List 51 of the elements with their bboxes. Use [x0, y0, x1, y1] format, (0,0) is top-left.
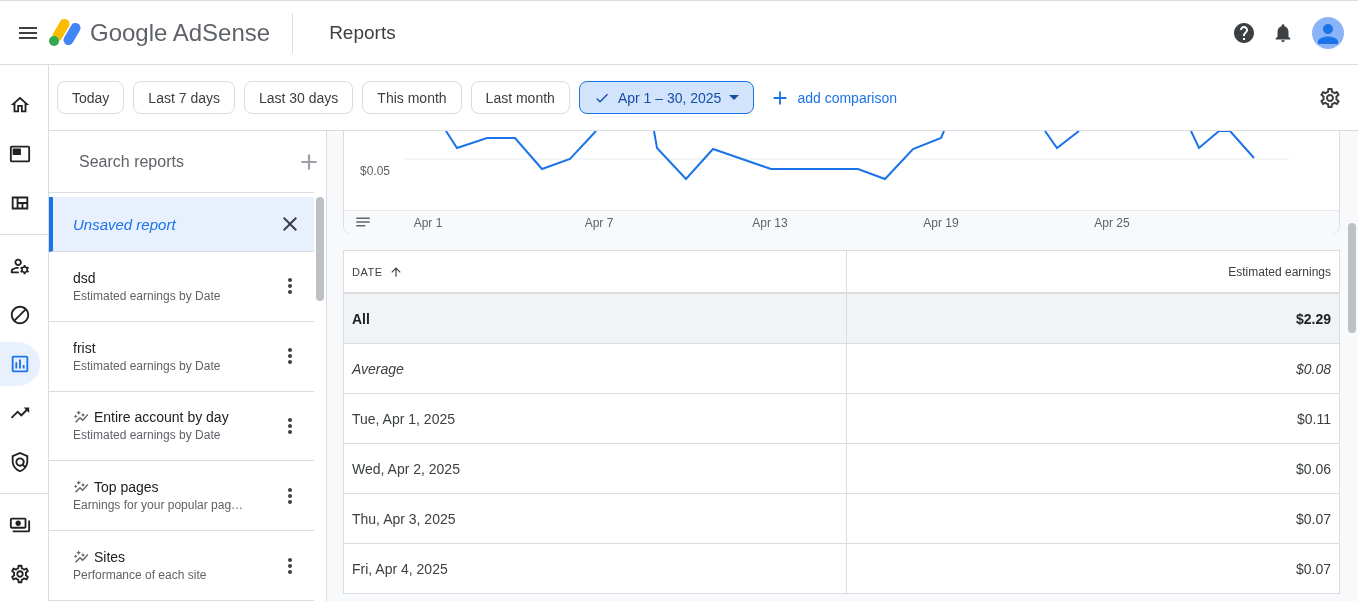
- date-range-chip[interactable]: Today: [57, 81, 125, 114]
- x-axis-label: Apr 19: [923, 216, 959, 230]
- report-title: Top pages: [94, 479, 159, 496]
- scrollbar-thumb[interactable]: [316, 197, 324, 301]
- table-cell: Tue, Apr 1, 2025: [344, 394, 847, 444]
- report-description: Earnings for your popular pag…: [73, 498, 245, 513]
- shield-search-icon: [9, 451, 31, 473]
- report-description: Performance of each site: [73, 568, 208, 583]
- table-cell: $0.08: [847, 344, 1339, 394]
- report-title: frist: [73, 339, 96, 356]
- bar-chart-nav-button[interactable]: [0, 342, 40, 386]
- report-description: Estimated earnings by Date: [73, 358, 222, 373]
- table-cell: $0.07: [847, 494, 1339, 544]
- caret-icon: [729, 95, 740, 100]
- table-cell: $0.07: [847, 544, 1339, 594]
- product-name: Google AdSense: [90, 18, 271, 47]
- y-axis-label: $0.05: [360, 164, 391, 178]
- table-cell: $0.11: [847, 394, 1339, 444]
- date-range-chip[interactable]: Last month: [470, 81, 570, 114]
- report-title: Entire account by day: [94, 409, 229, 426]
- x-axis-label: Apr 7: [584, 216, 614, 230]
- table-cell: Thu, Apr 3, 2025: [344, 494, 847, 544]
- x-axis-label: Apr 1: [413, 216, 443, 230]
- ad-unit-icon: [9, 143, 31, 165]
- table-cell: Average: [344, 344, 847, 394]
- table-cell: Wed, Apr 2, 2025: [344, 444, 847, 494]
- logo-icon: [48, 18, 82, 47]
- x-axis-label: Apr 25: [1094, 216, 1130, 230]
- page-title: Reports: [329, 21, 396, 44]
- report-title: Unsaved report: [73, 215, 176, 233]
- x-axis-label: Apr 13: [752, 216, 788, 230]
- table-cell: $0.06: [847, 444, 1339, 494]
- report-description: Estimated earnings by Date: [73, 428, 222, 443]
- date-range-chip[interactable]: Last 30 days: [243, 81, 354, 114]
- avatar-icon[interactable]: [1312, 16, 1344, 49]
- date-column-header[interactable]: DATE: [352, 264, 403, 279]
- bar-chart-icon: [9, 353, 31, 375]
- scrollbar-thumb[interactable]: [1348, 223, 1356, 333]
- report-title: dsd: [73, 269, 96, 286]
- report-description: Estimated earnings by Date: [73, 288, 222, 303]
- add-comparison-link[interactable]: add comparison: [763, 85, 904, 110]
- block-icon: [9, 304, 31, 326]
- table-cell: $2.29: [847, 294, 1339, 344]
- report-title: Sites: [94, 549, 126, 566]
- report-list-item[interactable]: Unsaved report: [49, 197, 314, 252]
- table-cell: All: [344, 294, 847, 344]
- date-range-chip[interactable]: This month: [362, 81, 462, 114]
- table-cell: Fri, Apr 4, 2025: [344, 544, 847, 594]
- date-range-chip[interactable]: Last 7 days: [133, 81, 235, 114]
- date-range-chip[interactable]: Apr 1 – 30, 2025: [578, 81, 755, 114]
- settings-icon: [9, 563, 31, 585]
